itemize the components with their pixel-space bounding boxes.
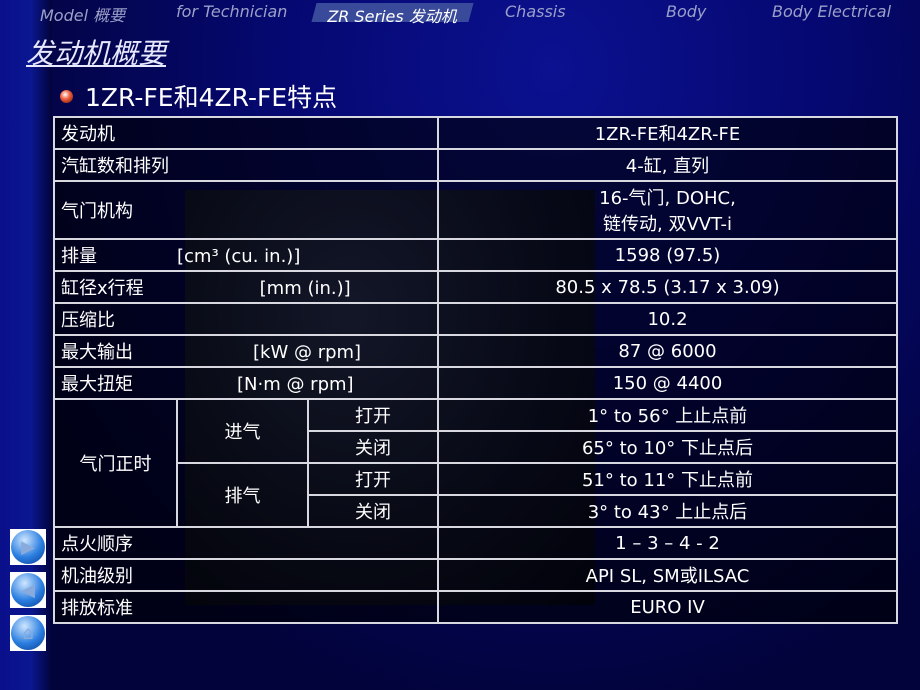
arrow-left-icon: ◀ <box>11 573 45 607</box>
home-button[interactable]: ⌂ <box>10 615 46 651</box>
nav-body-electrical[interactable]: Body Electrical <box>772 2 891 21</box>
table-row: 最大输出 [kW @ rpm] 87 @ 6000 <box>53 334 898 368</box>
row-value: 80.5 x 78.5 (3.17 x 3.09) <box>437 270 898 304</box>
row-label: 机油级别 <box>53 558 439 592</box>
label-text: 排量 <box>61 246 97 267</box>
nav-chassis[interactable]: Chassis <box>505 2 566 21</box>
row-label: 汽缸数和排列 <box>53 148 439 182</box>
open-label: 打开 <box>307 462 439 496</box>
row-label: 排放标准 <box>53 590 439 624</box>
table-row: 气门正时 进气 打开 1° to 56° 上止点前 <box>53 398 898 528</box>
unit-text: [cm³ (cu. in.)] <box>177 246 301 267</box>
value-line: 链传动, 双VVT-i <box>603 214 732 235</box>
row-value: 51° to 11° 下止点前 <box>437 462 898 496</box>
row-value: 10.2 <box>437 302 898 336</box>
nav-technician[interactable]: for Technician <box>176 2 287 21</box>
row-label: 点火顺序 <box>53 526 439 560</box>
next-button[interactable]: ▶ <box>10 529 46 565</box>
row-value: 3° to 43° 上止点后 <box>437 494 898 528</box>
row-value: 65° to 10° 下止点后 <box>437 430 898 464</box>
page-title: 发动机概要 <box>26 37 167 70</box>
row-label: 缸径x行程 [mm (in.)] <box>53 270 439 304</box>
intake-label: 进气 <box>176 398 309 464</box>
row-label: 发动机 <box>53 116 439 150</box>
row-value: 1ZR-FE和4ZR-FE <box>437 116 898 150</box>
row-value: EURO IV <box>437 590 898 624</box>
nav-body[interactable]: Body <box>666 2 706 21</box>
row-value: 150 @ 4400 <box>437 366 898 400</box>
row-value: 16-气门, DOHC, 链传动, 双VVT-i <box>437 180 898 240</box>
exhaust-label: 排气 <box>176 462 309 528</box>
table-row: 缸径x行程 [mm (in.)] 80.5 x 78.5 (3.17 x 3.09) <box>53 270 898 304</box>
table-row: 点火顺序 1 – 3 – 4 - 2 <box>53 526 898 560</box>
bullet-icon <box>60 89 73 103</box>
row-label: 排量 [cm³ (cu. in.)] <box>53 238 439 272</box>
top-nav: Model 概要 for Technician ZR Series 发动机 Ch… <box>0 0 920 26</box>
row-label: 压缩比 <box>53 302 439 336</box>
label-text: 缸径x行程 <box>61 278 144 299</box>
close-label: 关闭 <box>307 494 439 528</box>
timing-label: 气门正时 <box>53 398 178 528</box>
table-row: 汽缸数和排列 4-缸, 直列 <box>53 148 898 182</box>
table-row: 最大扭矩 [N·m @ rpm] 150 @ 4400 <box>53 366 898 400</box>
unit-text: [N·m @ rpm] <box>237 374 354 395</box>
nav-zr-series[interactable]: ZR Series 发动机 <box>311 3 475 26</box>
nav-model[interactable]: Model 概要 <box>40 2 125 26</box>
table-row: 机油级别 API SL, SM或ILSAC <box>53 558 898 592</box>
table-row: 压缩比 10.2 <box>53 302 898 336</box>
row-value: 1° to 56° 上止点前 <box>437 398 898 432</box>
table-row: 排放标准 EURO IV <box>53 590 898 624</box>
subtitle-text: 1ZR-FE和4ZR-FE特点 <box>85 83 338 112</box>
row-value: API SL, SM或ILSAC <box>437 558 898 592</box>
subtitle: 1ZR-FE和4ZR-FE特点 <box>60 78 337 114</box>
row-label: 最大输出 [kW @ rpm] <box>53 334 439 368</box>
arrow-right-icon: ▶ <box>11 530 45 564</box>
row-value: 87 @ 6000 <box>437 334 898 368</box>
close-label: 关闭 <box>307 430 439 464</box>
row-value: 4-缸, 直列 <box>437 148 898 182</box>
row-value: 1598 (97.5) <box>437 238 898 272</box>
table-row: 排气 打开 51° to 11° 下止点前 <box>54 462 898 528</box>
table-row: 发动机 1ZR-FE和4ZR-FE <box>53 116 898 150</box>
label-text: 最大扭矩 <box>61 374 133 395</box>
spec-table: 发动机 1ZR-FE和4ZR-FE 汽缸数和排列 4-缸, 直列 气门机构 16-气门… <box>53 116 898 624</box>
row-label: 最大扭矩 [N·m @ rpm] <box>53 366 439 400</box>
unit-text: [kW @ rpm] <box>253 342 362 363</box>
row-value: 1 – 3 – 4 - 2 <box>437 526 898 560</box>
table-row: 气门机构 16-气门, DOHC, 链传动, 双VVT-i <box>53 180 898 240</box>
previous-button[interactable]: ◀ <box>10 572 46 608</box>
unit-text: [mm (in.)] <box>259 278 351 299</box>
label-text: 最大输出 <box>61 342 133 363</box>
row-label: 气门机构 <box>53 180 439 240</box>
value-line: 16-气门, DOHC, <box>599 188 736 209</box>
nav-zr-label: ZR Series 发动机 <box>327 7 457 26</box>
home-icon: ⌂ <box>11 616 45 650</box>
open-label: 打开 <box>307 398 439 432</box>
table-row: 排量 [cm³ (cu. in.)] 1598 (97.5) <box>53 238 898 272</box>
